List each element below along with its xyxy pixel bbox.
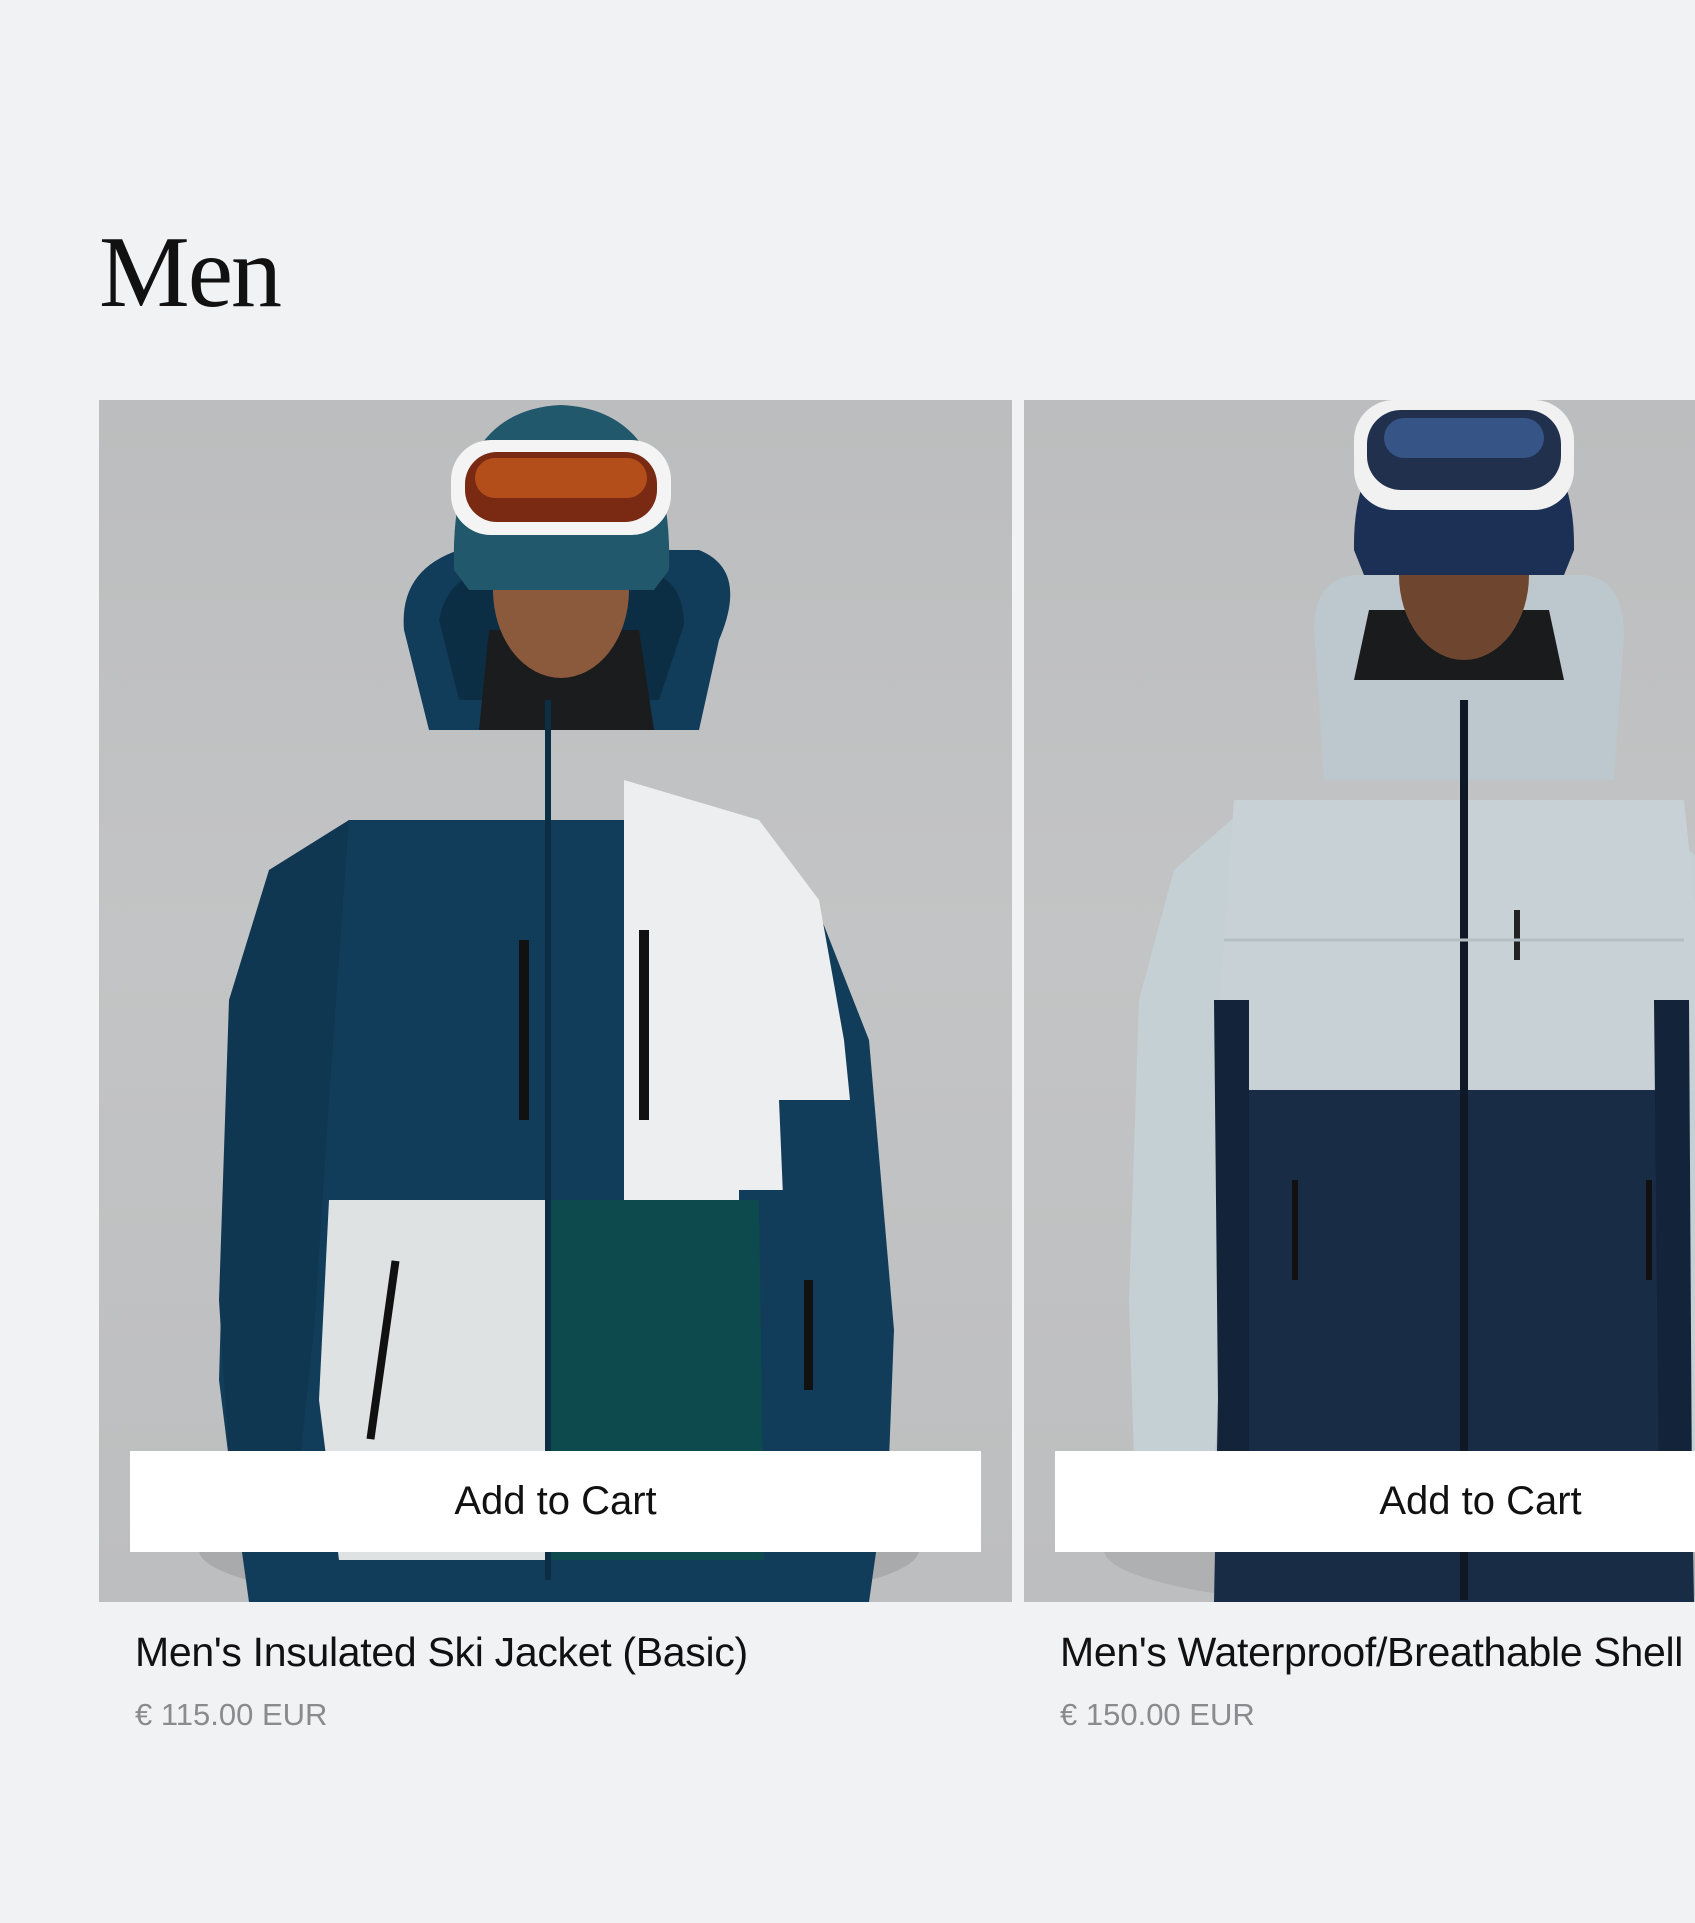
product-image[interactable]: Add to Cart xyxy=(1024,400,1695,1602)
add-to-cart-button[interactable]: Add to Cart xyxy=(1055,1451,1695,1552)
product-price: € 150.00 EUR xyxy=(1060,1697,1255,1732)
product-card[interactable]: Add to Cart Men's Insulated Ski Jacket (… xyxy=(99,400,1012,1732)
product-photo-illustration xyxy=(1104,400,1695,1602)
add-to-cart-button[interactable]: Add to Cart xyxy=(130,1451,981,1552)
product-name[interactable]: Men's Waterproof/Breathable Shell xyxy=(1060,1629,1683,1676)
product-photo-illustration xyxy=(199,405,919,1602)
product-grid: Add to Cart Men's Insulated Ski Jacket (… xyxy=(0,0,1695,1923)
product-name[interactable]: Men's Insulated Ski Jacket (Basic) xyxy=(135,1629,748,1676)
product-price: € 115.00 EUR xyxy=(135,1697,328,1732)
product-card[interactable]: Add to Cart Men's Waterproof/Breathable … xyxy=(1024,400,1695,1732)
product-image[interactable]: Add to Cart xyxy=(99,400,1012,1602)
